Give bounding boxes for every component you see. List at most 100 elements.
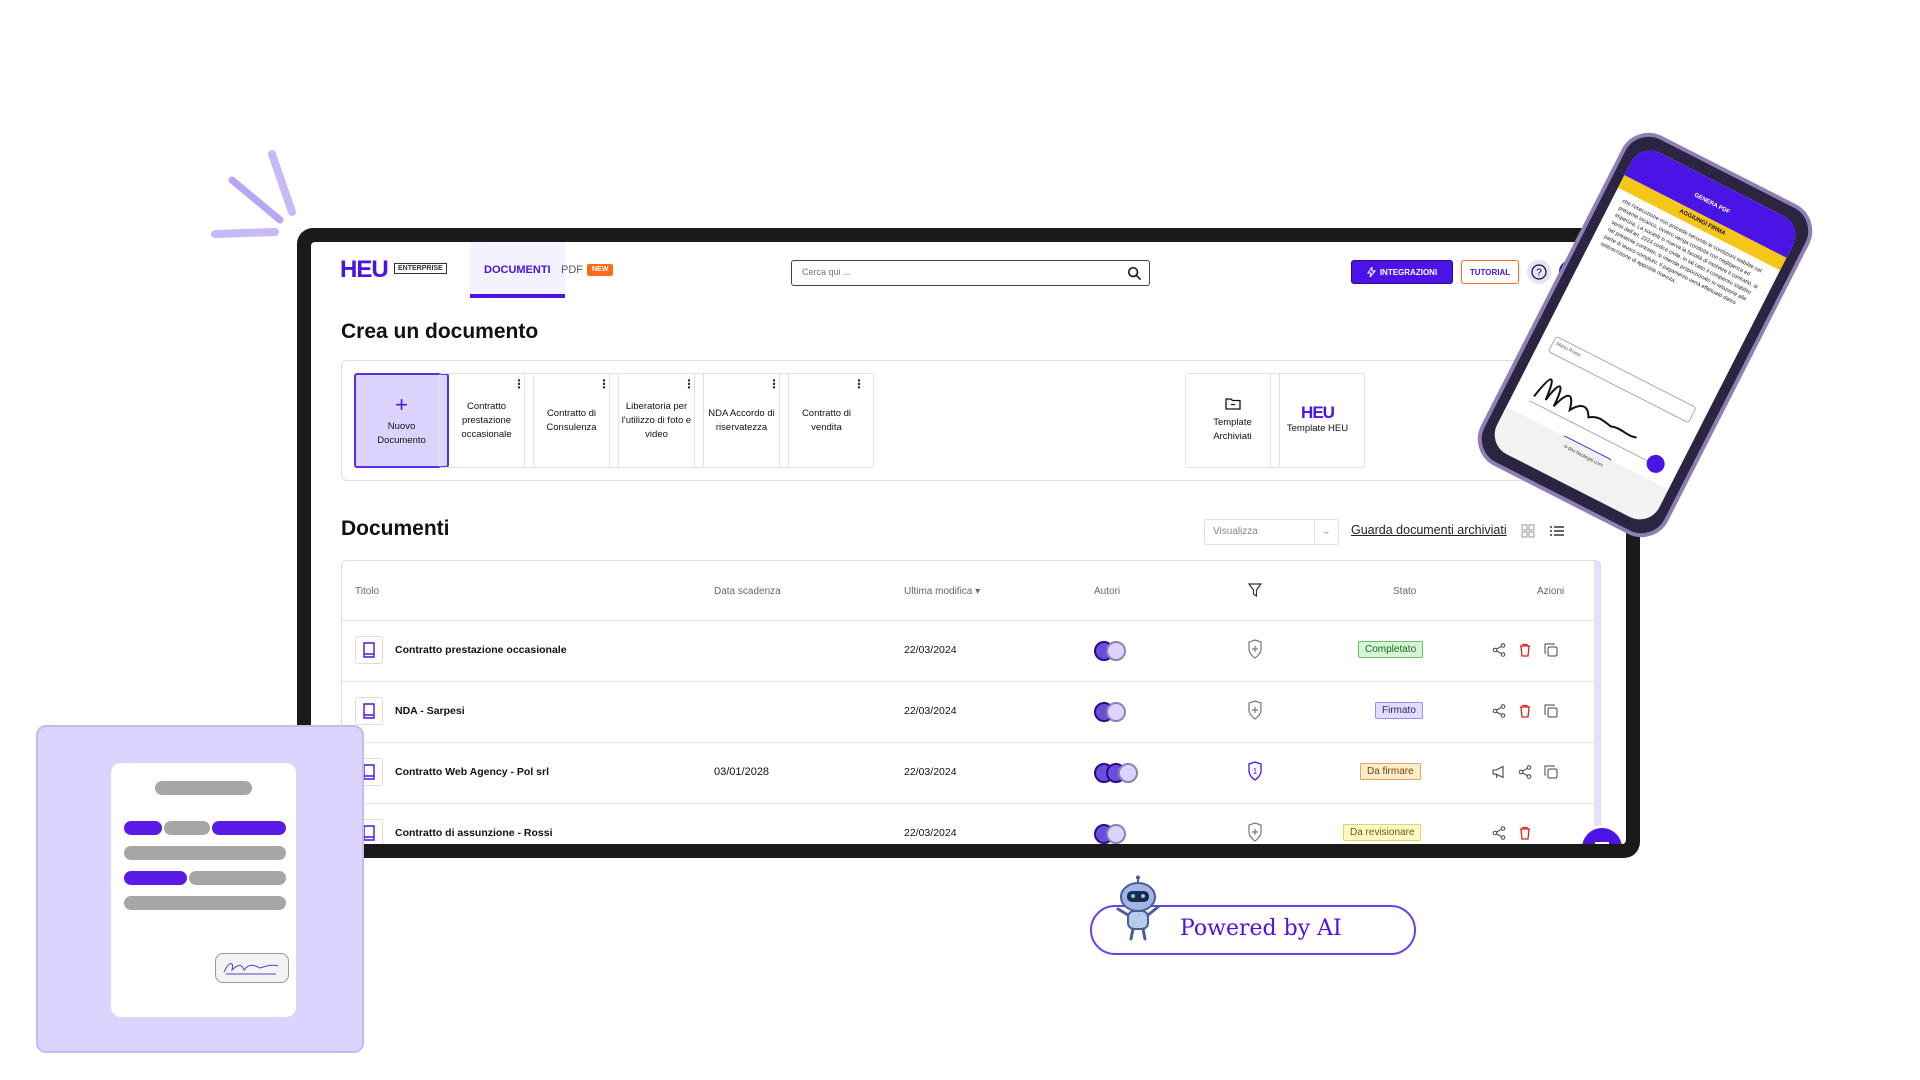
view-select[interactable]: Visualizza ⌄ — [1204, 519, 1339, 545]
lightning-icon — [1366, 267, 1376, 277]
documents-title: Documenti — [341, 517, 450, 540]
shield-icon[interactable]: 1 — [1248, 761, 1262, 781]
new-document-card[interactable]: + Nuovo Documento — [354, 373, 449, 468]
status-badge: Completato — [1358, 641, 1424, 658]
share-icon[interactable] — [1492, 643, 1506, 657]
heu-templates-label: Template HEU — [1286, 422, 1349, 434]
help-button[interactable]: ? — [1527, 260, 1551, 284]
shield-icon[interactable] — [1248, 822, 1262, 842]
enterprise-badge: ENTERPRISE — [394, 263, 447, 274]
search-icon[interactable] — [1127, 266, 1141, 280]
status-badge: Da revisionare — [1343, 824, 1422, 841]
copy-icon[interactable] — [1544, 765, 1558, 779]
copy-icon[interactable] — [1544, 643, 1558, 657]
status-badge: Da firmare — [1360, 763, 1421, 780]
folder-icon — [1224, 398, 1241, 410]
column-header-due[interactable]: Data scadenza — [714, 586, 781, 597]
template-label: Contratto prestazione occasionale — [461, 400, 512, 440]
share-icon[interactable] — [1492, 704, 1506, 718]
modified-date: 22/03/2024 — [904, 644, 957, 656]
table-row[interactable]: Contratto di assunzione - Rossi 22/03/20… — [342, 804, 1600, 844]
shield-count: 1 — [1253, 767, 1258, 776]
archived-templates-card[interactable]: Template Archiviati — [1185, 373, 1280, 468]
sparkle-decoration — [211, 150, 296, 238]
template-label: Contratto di vendita — [801, 407, 852, 433]
new-document-label: Nuovo Documento — [377, 420, 426, 446]
trash-icon[interactable] — [1518, 643, 1532, 657]
avatar — [1118, 763, 1138, 783]
document-title[interactable]: Contratto prestazione occasionale — [395, 644, 567, 656]
avatar — [1106, 641, 1126, 661]
monitor-frame: HEU ENTERPRISE DOCUMENTI PDF NEW INTEGRAZ… — [297, 228, 1640, 858]
shield-icon[interactable] — [1248, 639, 1262, 659]
trash-icon[interactable] — [1518, 826, 1532, 840]
filter-icon[interactable] — [1248, 583, 1262, 597]
new-badge: NEW — [587, 264, 614, 277]
template-label: NDA Accordo di riservatezza — [708, 407, 775, 433]
chat-icon — [1595, 842, 1609, 844]
document-icon — [355, 636, 383, 664]
share-icon[interactable] — [1492, 826, 1506, 840]
heu-logo[interactable]: HEU — [340, 256, 389, 284]
table-row[interactable]: Contratto Web Agency - Pol srl 03/01/202… — [342, 743, 1600, 804]
documents-table: Titolo Data scadenza Ultima modifica ▾ A… — [341, 560, 1601, 844]
template-card[interactable]: ⋮ Contratto prestazione occasionale — [439, 373, 534, 468]
signature-scribble-icon — [223, 963, 279, 975]
share-icon[interactable] — [1518, 765, 1532, 779]
template-card[interactable]: ⋮ NDA Accordo di riservatezza — [694, 373, 789, 468]
phone-url: 4-dev.heulegal.com — [1562, 443, 1604, 469]
text-line — [124, 871, 187, 885]
table-header: Titolo Data scadenza Ultima modifica ▾ A… — [342, 561, 1600, 621]
modified-date: 22/03/2024 — [904, 705, 957, 717]
text-line — [212, 821, 286, 835]
signature-card-illustration — [36, 725, 364, 1053]
copy-icon[interactable] — [1544, 704, 1558, 718]
integrations-button[interactable]: INTEGRAZIONI — [1351, 260, 1453, 284]
template-card[interactable]: ⋮ Liberatoria per l'utilizzo di foto e vi… — [609, 373, 704, 468]
help-icon: ? — [1531, 264, 1547, 280]
text-line — [164, 821, 210, 835]
document-title[interactable]: Contratto di assunzione - Rossi — [395, 827, 553, 839]
list-view-icon[interactable] — [1549, 524, 1565, 538]
tab-documenti[interactable]: DOCUMENTI — [470, 242, 565, 298]
text-line — [155, 781, 252, 795]
heu-templates-card[interactable]: HEU Template HEU — [1270, 373, 1365, 468]
svg-text:?: ? — [1536, 268, 1542, 279]
template-card[interactable]: ⋮ Contratto di Consulenza — [524, 373, 619, 468]
archived-documents-link[interactable]: Guarda documenti archiviati — [1351, 523, 1507, 537]
text-line — [124, 846, 286, 860]
shield-icon[interactable] — [1248, 700, 1262, 720]
template-strip: + Nuovo Documento ⋮ Contratto prestazione… — [341, 360, 1601, 481]
grid-view-icon[interactable] — [1521, 524, 1535, 538]
paper-sheet — [111, 763, 296, 1017]
table-row[interactable]: Contratto prestazione occasionale 22/03/… — [342, 621, 1600, 682]
document-title[interactable]: NDA - Sarpesi — [395, 705, 465, 717]
trash-icon[interactable] — [1518, 704, 1532, 718]
column-header-status[interactable]: Stato — [1393, 586, 1416, 597]
tutorial-button[interactable]: TUTORIAL — [1461, 260, 1519, 284]
template-card[interactable]: ⋮ Contratto di vendita — [779, 373, 874, 468]
column-header-authors[interactable]: Autori — [1094, 586, 1120, 597]
megaphone-icon[interactable] — [1492, 765, 1506, 779]
plus-icon: + — [395, 391, 408, 417]
top-bar: HEU ENTERPRISE DOCUMENTI PDF NEW INTEGRAZ… — [311, 242, 1626, 298]
search-box — [791, 260, 1150, 286]
document-title[interactable]: Contratto Web Agency - Pol srl — [395, 766, 549, 778]
integrations-label: INTEGRAZIONI — [1379, 267, 1438, 277]
column-header-modified[interactable]: Ultima modifica ▾ — [904, 586, 980, 597]
template-label: Liberatoria per l'utilizzo di foto e vid… — [621, 400, 692, 440]
tab-pdf[interactable]: PDF NEW — [561, 242, 614, 298]
modified-date: 22/03/2024 — [904, 827, 957, 839]
avatar — [1106, 702, 1126, 722]
table-row[interactable]: NDA - Sarpesi 22/03/2024 Firmato — [342, 682, 1600, 743]
signature-stamp — [215, 953, 289, 983]
modified-date: 22/03/2024 — [904, 766, 957, 778]
search-input[interactable] — [800, 261, 1120, 283]
column-header-actions: Azioni — [1537, 586, 1565, 597]
create-section-title: Crea un documento — [341, 320, 539, 343]
phone-screen: GENERA PDF AGGIUNGI FIRMA che l'esecuzio… — [1487, 143, 1803, 527]
column-header-title[interactable]: Titolo — [355, 586, 379, 597]
tab-pdf-label: PDF — [561, 264, 583, 276]
avatar — [1106, 824, 1126, 844]
more-icon[interactable]: ⋮ — [853, 378, 865, 390]
